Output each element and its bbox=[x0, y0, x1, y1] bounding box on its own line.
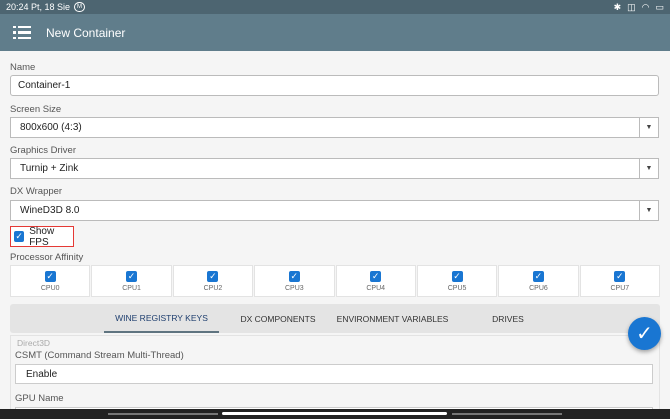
nav-track-left bbox=[108, 413, 218, 415]
dropdown-arrow-icon[interactable]: ▼ bbox=[639, 159, 658, 178]
status-icons: ✱ ◫ ◠ ▭ bbox=[614, 2, 664, 13]
cpu-label: CPU4 bbox=[366, 284, 386, 292]
wifi-icon: ◠ bbox=[641, 1, 650, 12]
status-time: 20:24 Pt, 18 Sie bbox=[6, 2, 71, 12]
check-icon: ✓ bbox=[636, 323, 653, 345]
app-bar: New Container bbox=[0, 14, 670, 51]
status-bar: 20:24 Pt, 18 Sie M ✱ ◫ ◠ ▭ bbox=[0, 0, 670, 14]
cpu-checkbox-3[interactable]: ✓ CPU3 bbox=[254, 265, 335, 297]
checkbox-checked-icon[interactable]: ✓ bbox=[14, 231, 25, 242]
form-content: Name Container-1 Screen Size 800x600 (4:… bbox=[0, 51, 670, 419]
checkbox-checked-icon[interactable]: ✓ bbox=[288, 270, 300, 282]
screen-size-label: Screen Size bbox=[10, 104, 62, 115]
checkbox-checked-icon[interactable]: ✓ bbox=[451, 270, 463, 282]
dx-wrapper-value: WineD3D 8.0 bbox=[20, 205, 80, 216]
tab-wine-registry-keys[interactable]: WINE REGISTRY KEYS bbox=[104, 304, 219, 333]
csmt-label: CSMT (Command Stream Multi-Thread) bbox=[15, 350, 184, 361]
processor-affinity-label: Processor Affinity bbox=[10, 252, 84, 263]
checkbox-checked-icon[interactable]: ✓ bbox=[207, 270, 219, 282]
tab-drives[interactable]: DRIVES bbox=[478, 304, 538, 333]
cpu-label: CPU0 bbox=[40, 284, 60, 292]
checkbox-checked-icon[interactable]: ✓ bbox=[532, 270, 544, 282]
home-gesture-handle[interactable] bbox=[222, 412, 447, 415]
cpu-checkbox-6[interactable]: ✓ CPU6 bbox=[498, 265, 579, 297]
cpu-checkbox-0[interactable]: ✓ CPU0 bbox=[10, 265, 91, 297]
dx-wrapper-label: DX Wrapper bbox=[10, 186, 63, 197]
tab-dx-components[interactable]: DX COMPONENTS bbox=[228, 304, 328, 333]
cpu-label: CPU2 bbox=[203, 284, 223, 292]
checkbox-checked-icon[interactable]: ✓ bbox=[126, 270, 138, 282]
page-title: New Container bbox=[46, 25, 126, 40]
tab-environment-variables[interactable]: ENVIRONMENT VARIABLES bbox=[330, 304, 455, 333]
cpu-label: CPU1 bbox=[122, 284, 141, 292]
processor-affinity-grid: ✓ CPU0 ✓ CPU1 ✓ CPU2 ✓ CPU3 ✓ CPU4 ✓ CPU5 ✓ CPU… bbox=[10, 265, 660, 297]
registry-panel: Direct3D CSMT (Command Stream Multi-Thre… bbox=[10, 335, 660, 419]
vibrate-icon: ◫ bbox=[627, 1, 636, 12]
checkbox-checked-icon[interactable]: ✓ bbox=[370, 270, 382, 282]
name-input[interactable]: Container-1 bbox=[10, 75, 659, 96]
name-label: Name bbox=[10, 62, 36, 73]
show-fps-label: Show FPS bbox=[29, 225, 55, 248]
settings-tabs: WINE REGISTRY KEYS DX COMPONENTS ENVIRON… bbox=[10, 304, 660, 333]
nav-track-right bbox=[452, 413, 562, 415]
dropdown-arrow-icon[interactable]: ▼ bbox=[639, 118, 658, 137]
navigation-bar bbox=[0, 409, 670, 419]
screen-size-select[interactable]: 800x600 (4:3) ▼ bbox=[10, 117, 659, 138]
graphics-driver-value: Turnip + Zink bbox=[20, 163, 79, 174]
checkbox-checked-icon[interactable]: ✓ bbox=[44, 270, 56, 282]
graphics-driver-label: Graphics Driver bbox=[10, 145, 76, 156]
bluetooth-icon: ✱ bbox=[613, 1, 622, 12]
cpu-checkbox-2[interactable]: ✓ CPU2 bbox=[172, 265, 254, 297]
gpu-name-label: GPU Name bbox=[15, 393, 64, 404]
cpu-label: CPU7 bbox=[610, 284, 630, 292]
section-title: Direct3D bbox=[17, 338, 51, 348]
cpu-checkbox-7[interactable]: ✓ CPU7 bbox=[579, 265, 660, 297]
csmt-select[interactable]: Enable bbox=[15, 364, 653, 384]
dx-wrapper-select[interactable]: WineD3D 8.0 ▼ bbox=[10, 200, 659, 221]
notification-badge: M bbox=[74, 2, 86, 12]
screen-size-value: 800x600 (4:3) bbox=[20, 122, 82, 133]
cpu-label: CPU6 bbox=[529, 284, 548, 292]
dropdown-arrow-icon[interactable]: ▼ bbox=[639, 201, 658, 220]
confirm-button[interactable]: ✓ bbox=[628, 317, 661, 350]
cpu-checkbox-5[interactable]: ✓ CPU5 bbox=[416, 265, 498, 297]
cpu-label: CPU3 bbox=[284, 284, 304, 292]
menu-icon[interactable] bbox=[13, 25, 31, 40]
graphics-driver-select[interactable]: Turnip + Zink ▼ bbox=[10, 158, 659, 179]
cpu-checkbox-4[interactable]: ✓ CPU4 bbox=[335, 265, 416, 297]
checkbox-checked-icon[interactable]: ✓ bbox=[614, 270, 626, 282]
show-fps-checkbox[interactable]: ✓ Show FPS bbox=[10, 225, 74, 248]
cpu-checkbox-1[interactable]: ✓ CPU1 bbox=[91, 265, 172, 297]
csmt-value: Enable bbox=[26, 368, 58, 380]
cpu-label: CPU5 bbox=[447, 284, 467, 292]
battery-icon: ▭ bbox=[655, 1, 664, 12]
